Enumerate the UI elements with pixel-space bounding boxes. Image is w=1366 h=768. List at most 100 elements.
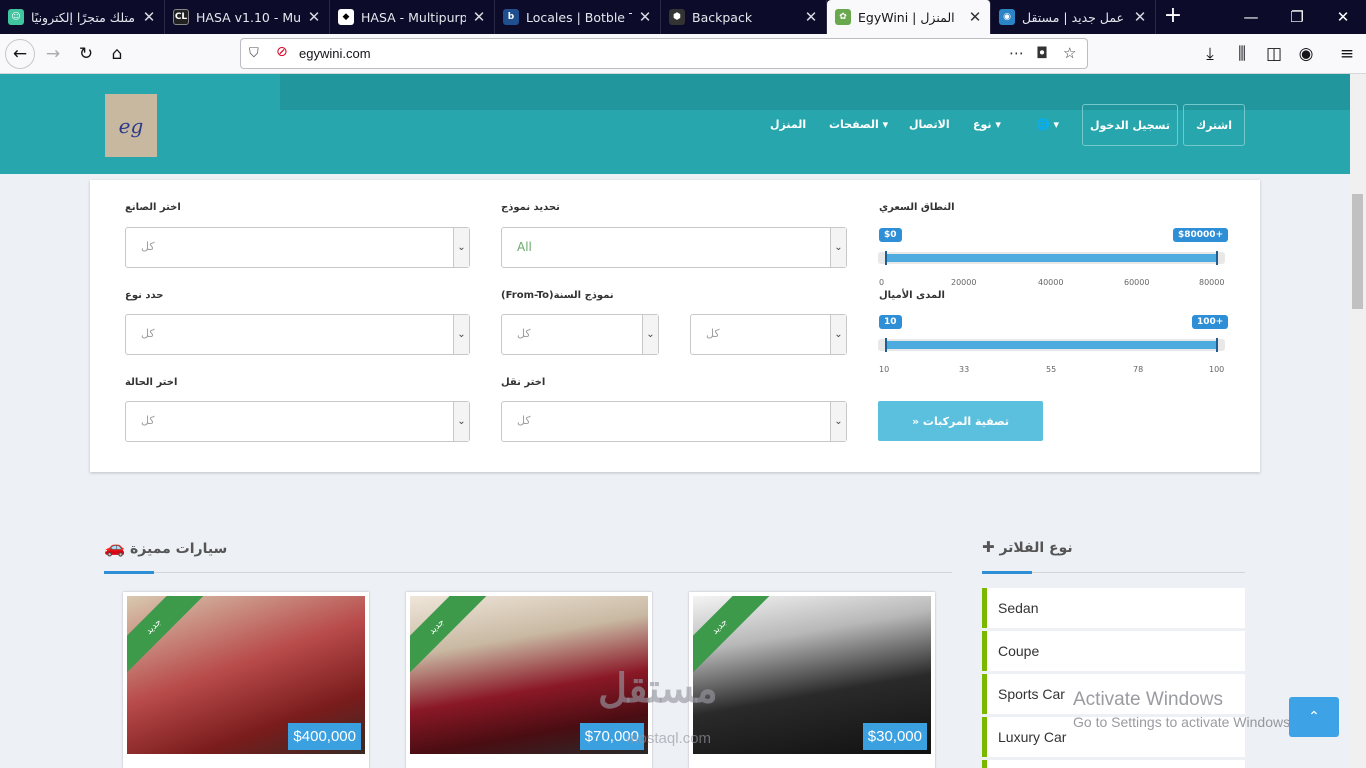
price-tick: 60000 (1124, 278, 1150, 287)
featured-cars-title-text: سيارات مميزة (130, 541, 228, 557)
mileage-max-handle[interactable] (1216, 338, 1218, 352)
close-icon[interactable]: ✕ (1133, 8, 1147, 26)
mileage-tick: 55 (1046, 365, 1057, 374)
featured-section-divider (104, 571, 952, 574)
price-tick: 80000 (1199, 278, 1225, 287)
close-icon[interactable]: ✕ (638, 8, 652, 26)
browser-tab-mostaql-store[interactable]: ☺ امتلك متجرًا إلكترونيًا ✕ (0, 0, 165, 34)
page-scrollbar[interactable] (1350, 74, 1366, 768)
browser-tab-backpack[interactable]: ⬢ Backpack ✕ (661, 0, 827, 34)
forward-button[interactable]: → (38, 39, 68, 69)
new-tab-button[interactable]: + (1160, 4, 1186, 30)
reload-button[interactable]: ↻ (71, 39, 101, 69)
year-to-select[interactable]: كل ⌄ (690, 314, 847, 355)
condition-select[interactable]: كل ⌄ (125, 401, 470, 442)
model-select-value: All (517, 240, 532, 254)
car-price: $400,000 (288, 723, 361, 750)
activate-windows-subtitle: Go to Settings to activate Windows. (1073, 714, 1294, 730)
menu-icon[interactable]: ≡ (1332, 39, 1362, 69)
home-button[interactable]: ⌂ (102, 39, 132, 69)
maker-select[interactable]: كل ⌄ (125, 227, 470, 268)
browser-tab-egywini[interactable]: ✿ EgyWini | المنزل ✕ (827, 0, 991, 34)
tab-label: EgyWini | المنزل (858, 9, 955, 25)
mileage-tick: 10 (879, 365, 890, 374)
mileage-min-badge: 10 (879, 315, 902, 329)
library-icon[interactable]: ⫼ (1227, 39, 1257, 69)
close-icon[interactable]: ✕ (804, 8, 818, 26)
nav-home-link[interactable]: المنزل (770, 118, 806, 131)
chevron-down-icon: ⌄ (830, 228, 846, 267)
insecure-lock-icon[interactable]: ⊘ (276, 44, 288, 60)
mileage-min-handle[interactable] (885, 338, 887, 352)
transmission-label: اختر نقل (501, 377, 546, 388)
browser-tab-botble[interactable]: b Locales | Botble Tech ✕ (495, 0, 661, 34)
url-text[interactable]: egywini.com (299, 46, 371, 61)
browser-tab-hasa[interactable]: ◆ HASA - Multipurpo ✕ (330, 0, 495, 34)
new-ribbon: جديد (410, 596, 493, 683)
url-bar[interactable]: ⛉ ⊘ egywini.com ⋯ ◘ ☆ (240, 38, 1088, 69)
bookmark-star-icon[interactable]: ☆ (1063, 44, 1076, 62)
close-icon[interactable]: ✕ (142, 8, 156, 26)
browser-tab-hasa-codecanyon[interactable]: CL HASA v1.10 - Multip ✕ (165, 0, 330, 34)
puzzle-icon: ✚ (982, 538, 995, 556)
browser-tab-bar: ☺ امتلك متجرًا إلكترونيًا ✕ CL HASA v1.1… (0, 0, 1366, 34)
year-from-select[interactable]: كل ⌄ (501, 314, 659, 355)
car-card[interactable]: جديد $30,000 (689, 592, 935, 768)
price-range-slider[interactable] (878, 251, 1225, 265)
scrollbar-thumb[interactable] (1352, 194, 1363, 309)
nav-type-link[interactable]: نوع ▾ (973, 118, 1001, 131)
activate-windows-title: Activate Windows (1073, 689, 1223, 710)
hasa-tab-icon: ◆ (338, 9, 354, 25)
car-card[interactable]: جديد $400,000 (123, 592, 369, 768)
tab-label: امتلك متجرًا إلكترونيًا (31, 9, 136, 25)
featured-divider-accent (104, 571, 154, 574)
back-button[interactable]: ← (5, 39, 35, 69)
body-type-item-coupe[interactable]: Coupe (982, 631, 1245, 671)
page-actions-icon[interactable]: ⋯ (1009, 44, 1024, 62)
nav-contact-link[interactable]: الاتصال (909, 118, 950, 131)
shield-icon[interactable]: ⛉ (249, 46, 259, 61)
close-window-icon[interactable]: ✕ (1320, 0, 1366, 34)
nav-pages-link[interactable]: الصفحات ▾ (829, 118, 888, 131)
price-min-handle[interactable] (885, 251, 887, 265)
body-type-item-sedan[interactable]: Sedan (982, 588, 1245, 628)
smile-tab-icon: ☺ (8, 9, 24, 25)
mostaql-tab-icon: ◉ (999, 9, 1015, 25)
price-max-handle[interactable] (1216, 251, 1218, 265)
car-image[interactable]: جديد $30,000 (693, 596, 931, 754)
restore-icon[interactable]: ❐ (1274, 0, 1320, 34)
transmission-select-value: كل (517, 414, 531, 427)
account-icon[interactable]: ◉ (1291, 39, 1321, 69)
transmission-select[interactable]: كل ⌄ (501, 401, 847, 442)
nav-language-globe-icon[interactable]: 🌐 ▾ (1036, 118, 1059, 131)
sidebar-icon[interactable]: ◫ (1259, 39, 1289, 69)
price-tick: 20000 (951, 278, 977, 287)
login-button[interactable]: تسجيل الدخول (1082, 104, 1178, 146)
body-type-item-next[interactable] (982, 760, 1245, 768)
close-icon[interactable]: ✕ (968, 8, 982, 26)
type-select-value: كل (141, 327, 155, 340)
codecanyon-tab-icon: CL (173, 9, 189, 25)
car-image[interactable]: جديد $400,000 (127, 596, 365, 754)
mileage-range-slider[interactable] (878, 338, 1225, 352)
scroll-to-top-button[interactable]: ⌃ (1289, 697, 1339, 737)
site-logo[interactable]: eg (105, 94, 157, 157)
year-to-value: كل (706, 327, 720, 340)
model-select[interactable]: All ⌄ (501, 227, 847, 268)
filter-vehicles-button[interactable]: » تصفية المركبات (878, 401, 1043, 441)
downloads-icon[interactable]: ⤓ (1195, 39, 1225, 69)
pocket-icon[interactable]: ◘ (1036, 44, 1048, 62)
close-icon[interactable]: ✕ (472, 8, 486, 26)
browser-tab-mostaql-add[interactable]: ◉ إضافة عمل جديد | مستقل ✕ (991, 0, 1156, 34)
tab-label: إضافة عمل جديد | مستقل (1022, 9, 1127, 25)
mileage-max-badge: 100+ (1192, 315, 1229, 329)
signup-button[interactable]: اشترك (1183, 104, 1245, 146)
close-icon[interactable]: ✕ (307, 8, 321, 26)
minimize-icon[interactable]: — (1228, 0, 1274, 34)
price-range-fill (886, 254, 1217, 262)
model-year-label: (From-To)نموذج السنة (501, 290, 614, 301)
mileage-range-label: المدى الأميال (879, 290, 945, 301)
backpack-tab-icon: ⬢ (669, 9, 685, 25)
type-select[interactable]: كل ⌄ (125, 314, 470, 355)
price-range-label: النطاق السعري (879, 202, 955, 213)
